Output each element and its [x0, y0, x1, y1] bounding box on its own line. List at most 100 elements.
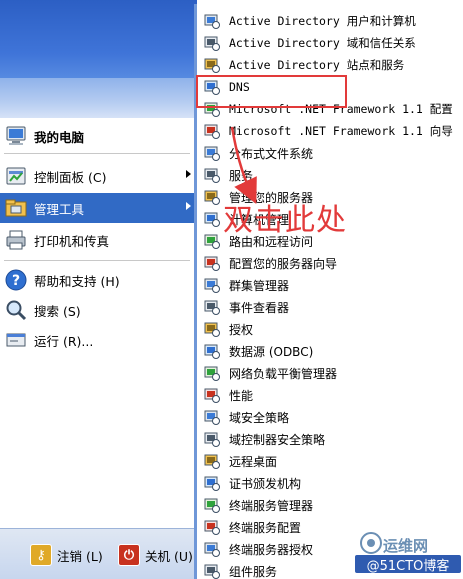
submenu-item-label: 远程桌面: [229, 454, 278, 469]
submenu-arrow-icon: [186, 202, 191, 210]
submenu-item-label: Active Directory 域和信任关系: [229, 36, 416, 50]
submenu-item-label: Microsoft .NET Framework 1.1 向导: [229, 124, 453, 138]
submenu-item-label: 分布式文件系统: [229, 146, 314, 161]
admin-tools-icon: [5, 199, 27, 217]
nlb-manager-icon: [204, 366, 220, 381]
submenu-item-performance[interactable]: 性能: [197, 384, 463, 406]
submenu-item-label: 终端服务管理器: [229, 498, 314, 513]
menu-item-control-panel[interactable]: 控制面板 (C): [0, 161, 197, 191]
menu-item-label: 运行 (R)...: [34, 333, 94, 349]
menu-item-label: 管理工具: [34, 201, 85, 217]
submenu-item-label: 组件服务: [229, 564, 278, 579]
terminal-services-manager-icon: [204, 498, 220, 513]
submenu-item-label: 域控制器安全策略: [229, 432, 326, 447]
submenu-item-label: 事件查看器: [229, 300, 290, 315]
dfs-icon: [204, 146, 220, 161]
my-computer-icon: [6, 126, 26, 145]
cluster-manager-icon: [204, 278, 220, 293]
watermark-top-text: 运维网: [383, 537, 429, 555]
submenu-item-certificate-authority[interactable]: 证书颁发机构: [197, 472, 463, 494]
submenu-item-dc-security-policy[interactable]: 域控制器安全策略: [197, 428, 463, 450]
menu-item-printers-faxes[interactable]: 打印机和传真: [0, 225, 197, 255]
menu-item-admin-tools[interactable]: 管理工具: [0, 193, 197, 223]
ad-sites-services-icon: [204, 58, 220, 73]
control-panel-icon: [6, 167, 26, 185]
printer-fax-icon: [6, 230, 26, 250]
menu-item-run[interactable]: 运行 (R)...: [0, 325, 197, 355]
submenu-item-label: 数据源 (ODBC): [229, 344, 314, 359]
submenu-item-label: Active Directory 用户和计算机: [229, 14, 416, 28]
submenu-item-services[interactable]: 服务: [197, 164, 463, 186]
odbc-icon: [204, 344, 220, 359]
submenu-item-label: 终端服务配置: [229, 520, 302, 535]
help-icon: ?: [5, 269, 27, 291]
certificate-authority-icon: [204, 476, 220, 491]
event-viewer-icon: [204, 300, 220, 315]
submenu-item-licensing[interactable]: 授权: [197, 318, 463, 340]
menu-item-label: 搜索 (S): [34, 303, 81, 319]
start-menu-left-pane: 我的电脑 控制面板 (C) 管理工具 打印机和传真 ? 帮助和支持 (H) 搜索…: [0, 0, 197, 579]
run-icon: [6, 333, 26, 347]
submenu-item-ad-users-computers[interactable]: Active Directory 用户和计算机: [197, 10, 463, 32]
submenu-arrow-icon: [186, 170, 191, 178]
terminal-services-config-icon: [204, 520, 220, 535]
submenu-item-odbc[interactable]: 数据源 (ODBC): [197, 340, 463, 362]
search-icon: [6, 300, 27, 321]
submenu-item-label: 网络负载平衡管理器: [229, 366, 338, 381]
computer-management-icon: [204, 212, 220, 227]
submenu-item-label: 配置您的服务器向导: [229, 256, 338, 271]
submenu-item-dotnet-wizard[interactable]: Microsoft .NET Framework 1.1 向导: [197, 120, 463, 142]
submenu-item-dfs[interactable]: 分布式文件系统: [197, 142, 463, 164]
submenu-item-domain-security-policy[interactable]: 域安全策略: [197, 406, 463, 428]
submenu-item-terminal-services-manager[interactable]: 终端服务管理器: [197, 494, 463, 516]
routing-remote-access-icon: [204, 234, 220, 249]
dotnet-wizard-icon: [204, 124, 220, 139]
menu-item-label: 我的电脑: [34, 129, 85, 145]
performance-icon: [204, 388, 220, 403]
remote-desktop-icon: [204, 454, 220, 469]
licensing-icon: [204, 322, 220, 337]
submenu-item-label: 终端服务器授权: [229, 542, 314, 557]
key-icon: ⚷: [30, 544, 52, 566]
menu-item-help-support[interactable]: ? 帮助和支持 (H): [0, 265, 197, 295]
services-icon: [204, 168, 220, 183]
submenu-item-configure-server-wizard[interactable]: 配置您的服务器向导: [197, 252, 463, 274]
submenu-item-label: 域安全策略: [229, 410, 290, 425]
logoff-button[interactable]: ⚷ 注销 (L): [30, 543, 103, 567]
power-icon: ⏻: [118, 544, 140, 566]
submenu-item-label: 性能: [229, 388, 254, 403]
submenu-item-label: 服务: [229, 168, 254, 183]
menu-item-my-computer[interactable]: 我的电脑: [0, 121, 197, 151]
start-menu-header-band: [0, 78, 197, 118]
annotation-text: 双击此处: [223, 203, 347, 238]
manage-server-icon: [204, 190, 220, 205]
submenu-item-ad-sites-services[interactable]: Active Directory 站点和服务: [197, 54, 463, 76]
logoff-label: 注销 (L): [57, 548, 103, 564]
shutdown-label: 关机 (U): [145, 548, 193, 564]
start-menu-footer: ⚷ 注销 (L) ⏻ 关机 (U): [0, 528, 197, 579]
menu-item-search[interactable]: 搜索 (S): [0, 295, 197, 325]
submenu-item-ad-domains-trusts[interactable]: Active Directory 域和信任关系: [197, 32, 463, 54]
menu-item-label: 帮助和支持 (H): [34, 273, 120, 289]
component-services-icon: [204, 564, 220, 579]
submenu-item-cluster-manager[interactable]: 群集管理器: [197, 274, 463, 296]
submenu-item-label: 授权: [229, 322, 254, 337]
submenu-item-event-viewer[interactable]: 事件查看器: [197, 296, 463, 318]
submenu-item-label: 证书颁发机构: [229, 476, 302, 491]
configure-server-wizard-icon: [204, 256, 220, 271]
ad-users-computers-icon: [204, 14, 220, 29]
menu-separator: [4, 260, 190, 261]
menu-separator: [4, 153, 190, 154]
watermark: 运维网 @51CTO博客: [353, 527, 463, 579]
menu-item-label: 打印机和传真: [34, 233, 110, 249]
submenu-item-label: Active Directory 站点和服务: [229, 58, 405, 72]
dns-highlight-box: [196, 75, 347, 108]
shutdown-button[interactable]: ⏻ 关机 (U): [118, 543, 193, 567]
submenu-item-remote-desktop[interactable]: 远程桌面: [197, 450, 463, 472]
ad-domains-trusts-icon: [204, 36, 220, 51]
domain-security-policy-icon: [204, 410, 220, 425]
submenu-item-nlb-manager[interactable]: 网络负载平衡管理器: [197, 362, 463, 384]
watermark-logo-icon: [360, 532, 382, 554]
terminal-server-licensing-icon: [204, 542, 220, 557]
start-menu-list: 我的电脑 控制面板 (C) 管理工具 打印机和传真 ? 帮助和支持 (H) 搜索…: [0, 118, 197, 528]
